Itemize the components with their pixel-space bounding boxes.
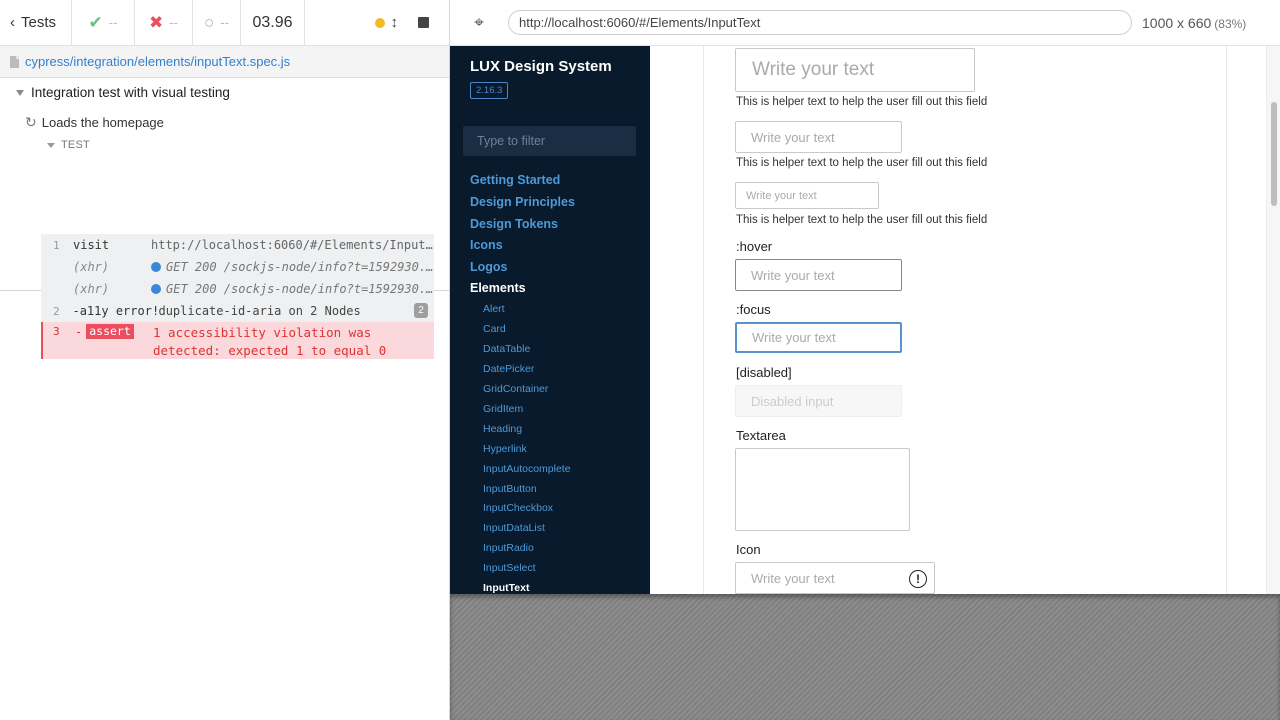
cypress-reporter: ‹ Tests ✔ -- ✖ -- ○ -- 03.96 ↕ cypress/i… <box>0 0 450 720</box>
filter-input[interactable]: Type to filter <box>463 126 636 156</box>
x-icon: ✖ <box>149 12 164 32</box>
suite-title[interactable]: Integration test with visual testing <box>16 85 230 100</box>
viewport-info: 1000 x 660 (83%) <box>1142 14 1247 31</box>
xhr-status-icon <box>151 284 161 294</box>
version-badge: 2.16.3 <box>470 82 509 99</box>
text-input-focus[interactable]: Write your text <box>735 322 902 353</box>
nav-item-inputtext[interactable]: InputText <box>483 582 529 594</box>
check-icon: ✔ <box>88 12 103 32</box>
tests-label: Tests <box>21 14 57 31</box>
text-input-medium[interactable]: Write your text <box>735 121 902 153</box>
nav-item-inputautocomplete[interactable]: InputAutocomplete <box>483 463 571 475</box>
nav-icons[interactable]: Icons <box>470 238 503 252</box>
app-under-test: LUX Design System 2.16.3 Type to filter … <box>450 46 1280 594</box>
nav-logos[interactable]: Logos <box>470 260 508 274</box>
assert-badge: assert <box>86 324 134 339</box>
nav-item-alert[interactable]: Alert <box>483 303 505 315</box>
focus-label: :focus <box>736 302 771 317</box>
nav-design-principles[interactable]: Design Principles <box>470 195 575 209</box>
run-duration: 03.96 <box>241 0 305 46</box>
xhr-status-icon <box>151 262 161 272</box>
scrollbar-thumb[interactable] <box>1271 102 1277 206</box>
textarea[interactable] <box>735 448 910 531</box>
tests-back-button[interactable]: ‹ Tests <box>0 0 72 46</box>
nav-design-tokens[interactable]: Design Tokens <box>470 217 558 231</box>
lux-title[interactable]: LUX Design System <box>470 58 612 75</box>
count-badge: 2 <box>414 303 428 318</box>
command-row-failed[interactable]: 3 - assert 1 accessibility violation was … <box>41 322 434 359</box>
nav-item-hyperlink[interactable]: Hyperlink <box>483 443 527 455</box>
text-input-disabled: Disabled input <box>735 385 902 417</box>
nav-item-datepicker[interactable]: DatePicker <box>483 363 534 375</box>
helper-text: This is helper text to help the user fil… <box>736 96 988 108</box>
command-row[interactable]: (xhr) GET 200 /sockjs-node/info?t=159293… <box>41 278 434 300</box>
nav-item-card[interactable]: Card <box>483 323 506 335</box>
reporter-stats-bar: ‹ Tests ✔ -- ✖ -- ○ -- 03.96 ↕ <box>0 0 449 46</box>
nav-item-datatable[interactable]: DataTable <box>483 343 530 355</box>
helper-text: This is helper text to help the user fil… <box>736 157 988 169</box>
nav-item-griditem[interactable]: GridItem <box>483 403 523 415</box>
autoscroll-toggle-icon[interactable]: ↕ <box>391 14 399 31</box>
refresh-icon: ↻ <box>25 114 37 130</box>
scrollbar[interactable] <box>1266 46 1280 594</box>
command-row[interactable]: 1 visit http://localhost:6060/#/Elements… <box>41 234 434 256</box>
aut-backdrop <box>450 594 1280 720</box>
url-field[interactable]: http://localhost:6060/#/Elements/InputTe… <box>508 10 1132 35</box>
spec-file-bar: cypress/integration/elements/inputText.s… <box>0 46 449 78</box>
file-icon <box>10 55 19 68</box>
lux-sidebar: LUX Design System 2.16.3 Type to filter … <box>450 46 650 594</box>
text-input-large[interactable]: Write your text <box>735 48 975 92</box>
selector-playground-icon[interactable]: ⌖ <box>450 13 508 33</box>
aut-header: ⌖ http://localhost:6060/#/Elements/Input… <box>450 0 1280 46</box>
lux-content: Write your text This is helper text to h… <box>703 46 1227 594</box>
chevron-left-icon: ‹ <box>10 14 15 31</box>
caret-down-icon <box>16 89 24 96</box>
run-controls: ↕ <box>305 0 449 46</box>
caret-down-icon <box>47 142 55 148</box>
stop-button[interactable] <box>418 17 429 28</box>
nav-item-inputradio[interactable]: InputRadio <box>483 542 534 554</box>
circle-notch-icon: ○ <box>204 12 215 32</box>
command-row[interactable]: (xhr) GET 200 /sockjs-node/info?t=159293… <box>41 256 434 278</box>
nav-item-inputdatalist[interactable]: InputDataList <box>483 522 545 534</box>
helper-text: This is helper text to help the user fil… <box>736 214 988 226</box>
command-row[interactable]: 2 -a11y error! duplicate-id-aria on 2 No… <box>41 300 434 322</box>
spec-file-link[interactable]: cypress/integration/elements/inputText.s… <box>25 54 290 69</box>
passed-count: ✔ -- <box>72 0 135 46</box>
test-title[interactable]: ↻ Loads the homepage <box>25 114 164 131</box>
pending-count: ○ -- <box>193 0 241 46</box>
nav-item-inputselect[interactable]: InputSelect <box>483 562 536 574</box>
test-suite: Integration test with visual testing ↻ L… <box>0 78 449 359</box>
nav-getting-started[interactable]: Getting Started <box>470 173 560 187</box>
failed-count: ✖ -- <box>135 0 193 46</box>
nav-elements[interactable]: Elements <box>470 281 526 295</box>
nav-item-heading[interactable]: Heading <box>483 423 522 435</box>
icon-label: Icon <box>736 542 761 557</box>
text-input-hover[interactable]: Write your text <box>735 259 902 291</box>
text-input-small[interactable]: Write your text <box>735 182 879 209</box>
alert-circle-icon: ! <box>909 570 927 588</box>
nav-item-inputcheckbox[interactable]: InputCheckbox <box>483 502 553 514</box>
text-input-with-icon[interactable]: Write your text ! <box>735 562 935 594</box>
nav-item-inputbutton[interactable]: InputButton <box>483 483 537 495</box>
textarea-label: Textarea <box>736 428 786 443</box>
hover-label: :hover <box>736 239 773 254</box>
disabled-label: [disabled] <box>736 365 792 380</box>
running-indicator-icon <box>374 17 385 28</box>
test-section-header[interactable]: TEST <box>47 139 90 151</box>
nav-item-gridcontainer[interactable]: GridContainer <box>483 383 548 395</box>
